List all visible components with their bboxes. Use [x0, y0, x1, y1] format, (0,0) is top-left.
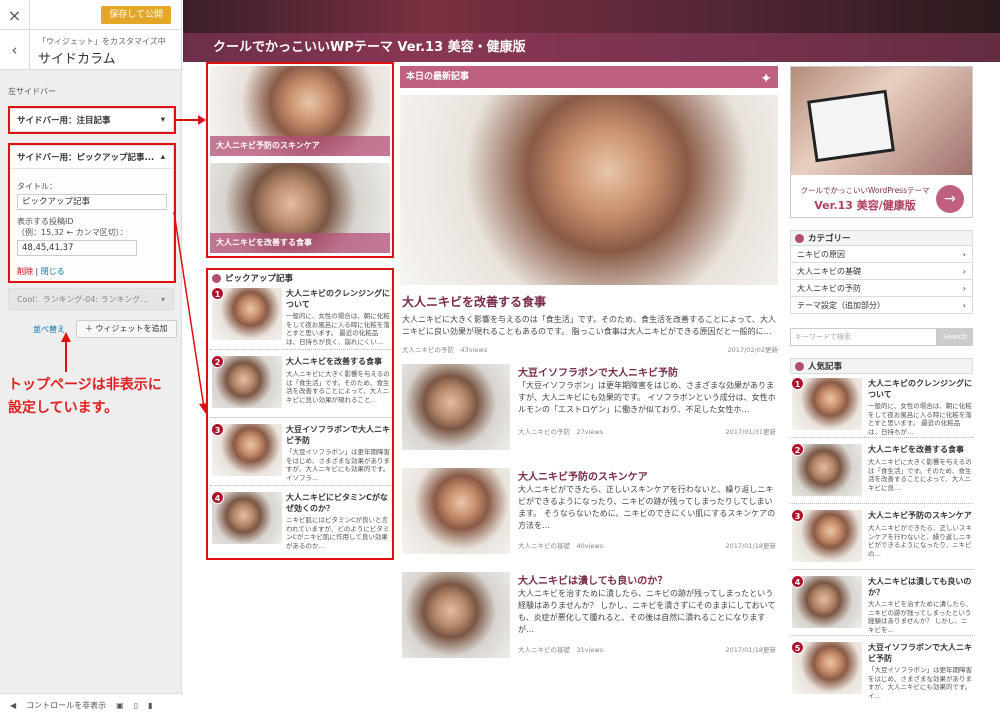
chevron-right-icon: › — [962, 249, 966, 259]
item-title[interactable]: 大人ニキビを改善する食事 — [286, 356, 390, 367]
item-title[interactable]: 大豆イソフラボンで大人ニキビ予防 — [868, 642, 972, 664]
featured-card[interactable]: 大人ニキビを改善する食事 — [210, 163, 390, 253]
circle-icon — [795, 233, 804, 243]
article-meta: 大人ニキビの予防 27views 2017/01/31更新 — [518, 428, 776, 436]
article-excerpt: 大人ニキビができたら、正しいスキンケアを行わないと、繰り返しニキビができるように… — [518, 485, 776, 530]
rank-badge: 2 — [791, 443, 804, 456]
list-item[interactable]: 2 大人ニキビを改善する食事 大人ニキビに大きく影響を与えるのは「食生活」です。… — [790, 442, 973, 504]
item-excerpt: 一般的に、女性の場合は、朝に化粧をして夜お風呂に入る時に化粧を落とすと思います。… — [286, 312, 390, 346]
list-item[interactable]: 4 大人ニキビにビタミンCがなぜ効くのか？ ニキビ肌にはビタミンCが良いと言われ… — [210, 490, 392, 554]
item-title[interactable]: 大人ニキビのクレンジングについて — [868, 378, 972, 400]
article-title[interactable]: 大豆イソフラボンで大人ニキビ予防 — [518, 364, 678, 379]
rank-badge: 1 — [211, 287, 224, 300]
thumbnail[interactable] — [402, 364, 510, 450]
list-item[interactable]: 1 大人ニキビのクレンジングについて 一般的に、女性の場合は、朝に化粧をして夜お… — [790, 376, 973, 438]
item-excerpt: 大人ニキビを治すために潰したら、ニキビの跡が残ってしまったという経験はありません… — [868, 600, 972, 634]
rank-badge: 1 — [791, 377, 804, 390]
item-title[interactable]: 大人ニキビのクレンジングについて — [286, 288, 390, 310]
featured-caption: 大人ニキビ予防のスキンケア — [210, 136, 390, 156]
thumbnail[interactable]: 2 — [211, 355, 282, 408]
article-excerpt: 「大豆イソフラボン」は更年期障害をはじめ、さまざまな効果がありますが、大人ニキビ… — [518, 381, 776, 414]
article-meta: 大人ニキビの予防 43views 2017/02/02更新 — [402, 344, 778, 354]
thumbnail[interactable] — [402, 572, 510, 658]
article-meta: 大人ニキビの基礎 31views 2017/01/18更新 — [518, 646, 776, 654]
circle-icon — [795, 361, 804, 371]
item-title[interactable]: 大人ニキビは潰しても良いのか？ — [868, 576, 972, 598]
list-item[interactable]: 4 大人ニキビは潰しても良いのか？ 大人ニキビを治すために潰したら、ニキビの跡が… — [790, 574, 973, 636]
chevron-right-icon: › — [962, 283, 966, 293]
list-item[interactable]: 1 大人ニキビのクレンジングについて 一般的に、女性の場合は、朝に化粧をして夜お… — [210, 286, 392, 350]
item-excerpt: 大人ニキビに大きく影響を与えるのは「食生活」です。そのため、食生活を改善すること… — [286, 370, 390, 404]
thumbnail[interactable]: 4 — [791, 575, 862, 628]
item-title[interactable]: 大人ニキビを改善する食事 — [868, 444, 972, 455]
article-title[interactable]: 大人ニキビは潰しても良いのか？ — [518, 572, 667, 587]
featured-image[interactable] — [400, 95, 778, 285]
banner-line1: クールでかっこいいWordPressテーマ — [800, 186, 930, 195]
list-item[interactable]: 2 大人ニキビを改善する食事 大人ニキビに大きく影響を与えるのは「食生活」です。… — [210, 354, 392, 418]
item-excerpt: ニキビ肌にはビタミンCが良いと言われていますが、どのようにビタミンCがニキビ肌に… — [286, 516, 390, 550]
rank-badge: 4 — [211, 491, 224, 504]
popular-heading: 人気記事 — [790, 358, 973, 374]
article-card[interactable]: 大豆イソフラボンで大人ニキビ予防 「大豆イソフラボン」は更年期障害をはじめ、さま… — [402, 364, 778, 454]
category-link[interactable]: 大人ニキビの予防 — [402, 346, 454, 354]
search-button[interactable]: Search — [937, 328, 973, 346]
item-excerpt: 大人ニキビに大きく影響を与えるのは「食生活」です。そのため、食生活を改善すること… — [868, 458, 972, 492]
highlight-box — [8, 143, 176, 283]
thumbnail[interactable] — [402, 468, 510, 554]
thumbnail[interactable]: 2 — [791, 443, 862, 496]
site-header: クールでかっこいいWPテーマ Ver.13 美容・健康版 — [183, 0, 1000, 62]
update-date: 2017/02/02更新 — [727, 346, 778, 354]
featured-card[interactable]: 大人ニキビ予防のスキンケア — [210, 66, 390, 156]
item-title[interactable]: 大人ニキビ予防のスキンケア — [868, 510, 972, 521]
category-item[interactable]: 大人ニキビの基礎 › — [790, 263, 973, 280]
thumbnail[interactable]: 3 — [211, 423, 282, 476]
pickup-heading: ピックアップ記事 — [212, 272, 390, 284]
chevron-right-icon: › — [962, 300, 966, 310]
item-title[interactable]: 大豆イソフラボンで大人ニキビ予防 — [286, 424, 390, 446]
category-item[interactable]: ニキビの原因 › — [790, 246, 973, 263]
item-excerpt: 「大豆イソフラボン」は更年期障害をはじめ、さまざまな効果がありますが、大人ニキビ… — [868, 666, 972, 700]
item-excerpt: 一般的に、女性の場合は、朝に化粧をして夜お風呂に入る時に化粧を落とすと思います。… — [868, 402, 972, 436]
thumbnail[interactable]: 4 — [211, 491, 282, 544]
tablet-image — [807, 89, 895, 163]
list-item[interactable]: 3 大人ニキビ予防のスキンケア 大人ニキビができたら、正しいスキンケアを行わない… — [790, 508, 973, 570]
item-excerpt: 大人ニキビができたら、正しいスキンケアを行わないと、繰り返しニキビができるように… — [868, 524, 972, 558]
rank-badge: 3 — [211, 423, 224, 436]
rank-badge: 3 — [791, 509, 804, 522]
article-meta: 大人ニキビの基礎 40views 2017/01/18更新 — [518, 542, 776, 550]
rank-badge: 5 — [791, 641, 804, 654]
section-heading: 本日の最新記事 ✦ — [400, 66, 778, 88]
circle-icon — [212, 273, 221, 283]
rank-badge: 2 — [211, 355, 224, 368]
view-count: 43views — [460, 346, 488, 354]
thumbnail[interactable]: 1 — [791, 377, 862, 430]
thumbnail[interactable]: 1 — [211, 287, 282, 340]
search-input[interactable]: キーワードで検索 — [790, 328, 937, 346]
list-item[interactable]: 5 大豆イソフラボンで大人ニキビ予防 「大豆イソフラボン」は更年期障害をはじめ、… — [790, 640, 973, 702]
thumbnail[interactable]: 3 — [791, 509, 862, 562]
article-card[interactable]: 大人ニキビ予防のスキンケア 大人ニキビができたら、正しいスキンケアを行わないと、… — [402, 468, 778, 558]
category-item[interactable]: テーマ設定（追加部分） › — [790, 297, 973, 314]
arrow-right-icon[interactable]: → — [936, 185, 964, 213]
thumbnail[interactable]: 5 — [791, 641, 862, 694]
item-title[interactable]: 大人ニキビにビタミンCがなぜ効くのか？ — [286, 492, 390, 514]
banner-line2: Ver.13 美容/健康版 — [814, 199, 916, 212]
theme-banner[interactable]: クールでかっこいいWordPressテーマ Ver.13 美容/健康版 → — [790, 66, 973, 218]
category-item[interactable]: 大人ニキビの予防 › — [790, 280, 973, 297]
highlight-box — [8, 106, 176, 134]
site-title[interactable]: クールでかっこいいWPテーマ Ver.13 美容・健康版 — [213, 36, 526, 55]
featured-caption: 大人ニキビを改善する食事 — [210, 233, 390, 253]
article-title[interactable]: 大人ニキビを改善する食事 — [402, 293, 546, 310]
rank-badge: 4 — [791, 575, 804, 588]
article-card[interactable]: 大人ニキビは潰しても良いのか？ 大人ニキビを治すために潰したら、ニキビの跡が残っ… — [402, 572, 778, 662]
item-excerpt: 「大豆イソフラボン」は更年期障害をはじめ、さまざまな効果がありますが、大人ニキビ… — [286, 448, 390, 482]
sparkle-icon: ✦ — [760, 71, 772, 87]
article-excerpt: 大人ニキビを治すために潰したら、ニキビの跡が残ってしまったという経験はありません… — [518, 589, 776, 634]
category-heading: カテゴリー — [790, 230, 973, 246]
chevron-right-icon: › — [962, 266, 966, 276]
list-item[interactable]: 3 大豆イソフラボンで大人ニキビ予防 「大豆イソフラボン」は更年期障害をはじめ、… — [210, 422, 392, 486]
article-excerpt: 大人ニキビに大きく影響を与えるのは「食生活」です。そのため、食生活を改善すること… — [402, 315, 776, 336]
article-title[interactable]: 大人ニキビ予防のスキンケア — [518, 468, 648, 483]
